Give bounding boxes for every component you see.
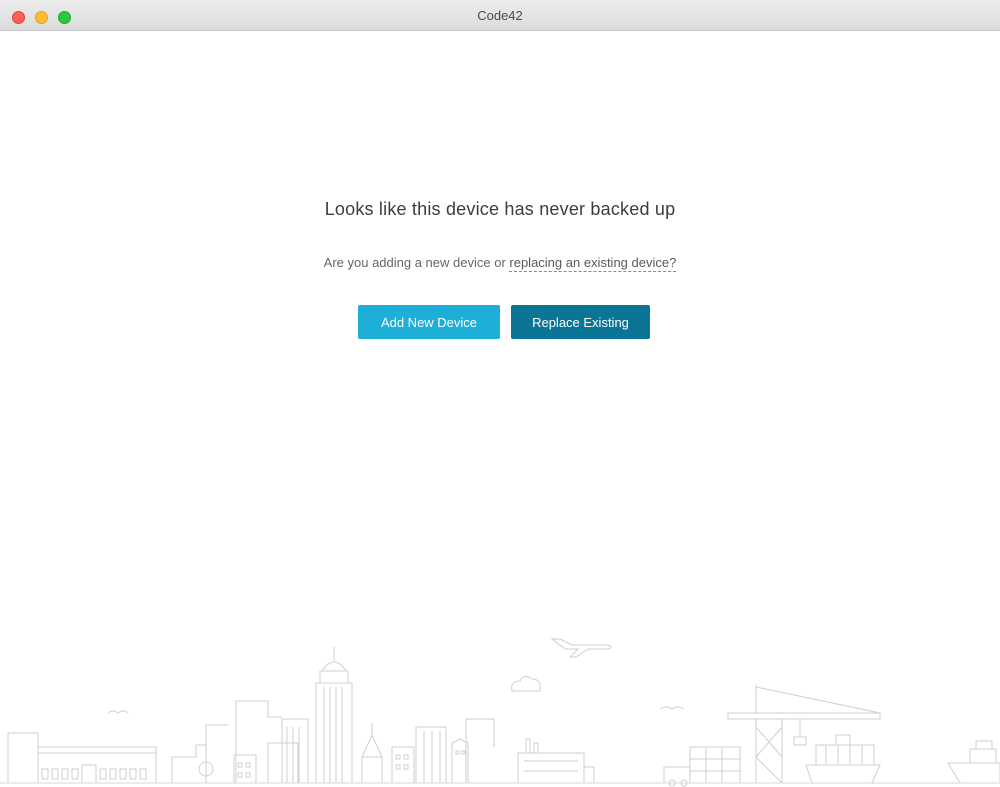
warehouse-building xyxy=(7,732,157,784)
cloud-icon xyxy=(511,675,541,692)
page-heading: Looks like this device has never backed … xyxy=(324,199,676,219)
replace-device-link[interactable]: replacing an existing device? xyxy=(509,255,677,272)
main-content: Looks like this device has never backed … xyxy=(0,31,1000,787)
window-title: Code42 xyxy=(477,8,523,23)
add-new-device-button[interactable]: Add New Device xyxy=(358,305,500,339)
replace-existing-button[interactable]: Replace Existing xyxy=(511,305,650,339)
title-bar[interactable]: Code42 xyxy=(0,0,1000,31)
ferry-ship xyxy=(947,740,1000,784)
city-skyline-illustration xyxy=(0,638,1000,787)
harbor-crane xyxy=(727,685,881,784)
cargo-ship xyxy=(805,734,881,784)
device-question-text: Are you adding a new device or xyxy=(323,255,510,270)
skyscraper-building xyxy=(315,647,353,784)
spire-building xyxy=(361,723,383,784)
bird-icon xyxy=(659,706,685,710)
factory-building xyxy=(517,738,595,784)
device-question: Are you adding a new device or replacing… xyxy=(0,255,1000,272)
airplane-icon xyxy=(550,638,612,658)
app-window: Code42 Looks like this device has never … xyxy=(0,0,1000,787)
container-stack xyxy=(663,746,741,787)
bird-icon xyxy=(107,710,129,714)
